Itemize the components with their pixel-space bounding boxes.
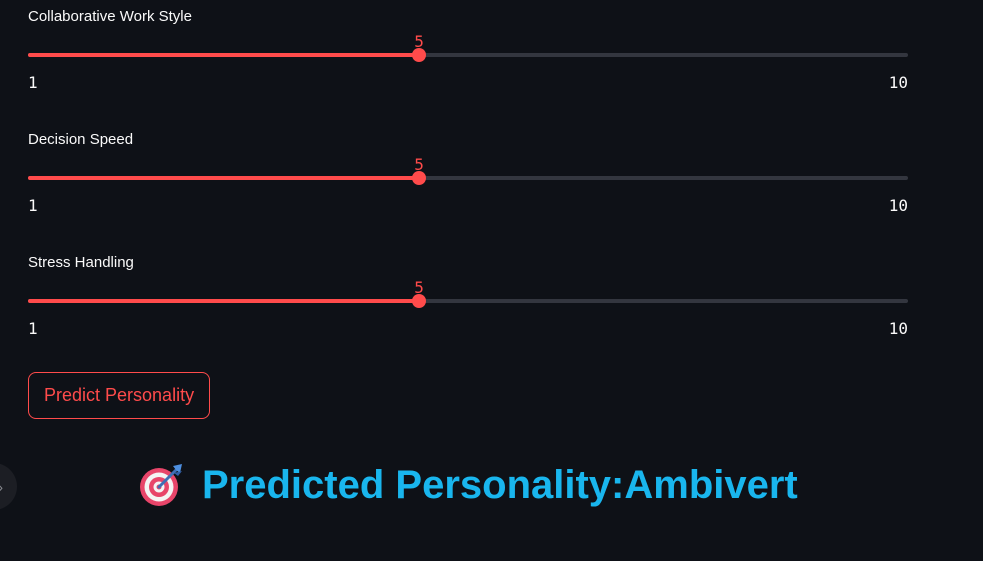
prediction-result: Predicted Personality:Ambivert	[138, 462, 798, 508]
slider-thumb[interactable]	[412, 171, 427, 185]
slider-label: Decision Speed	[28, 131, 134, 148]
predict-personality-button[interactable]: Predict Personality	[28, 372, 211, 419]
sidebar-toggle-button[interactable]: ›	[0, 463, 17, 510]
slider-track[interactable]	[28, 299, 908, 303]
slider-thumb[interactable]	[412, 48, 427, 62]
slider-label: Collaborative Work Style	[28, 8, 192, 25]
slider-thumb[interactable]	[412, 294, 427, 308]
slider-track-fill	[28, 299, 420, 303]
slider-min-label: 1	[28, 196, 38, 215]
slider-max-label: 10	[888, 196, 908, 215]
slider-label: Stress Handling	[28, 254, 134, 271]
chevron-icon: ›	[0, 479, 3, 495]
slider-track-fill	[28, 176, 420, 180]
slider-min-label: 1	[28, 319, 38, 338]
slider-track[interactable]	[28, 53, 908, 57]
target-dart-icon	[140, 464, 182, 506]
slider-track[interactable]	[28, 176, 908, 180]
slider-min-label: 1	[28, 73, 38, 92]
slider-max-label: 10	[888, 73, 908, 92]
slider-max-label: 10	[888, 319, 908, 338]
predicted-personality-text: Predicted Personality:Ambivert	[202, 462, 798, 507]
app-page: Collaborative Work Style 5 1 10 Decision…	[0, 0, 983, 561]
slider-track-fill	[28, 53, 420, 57]
